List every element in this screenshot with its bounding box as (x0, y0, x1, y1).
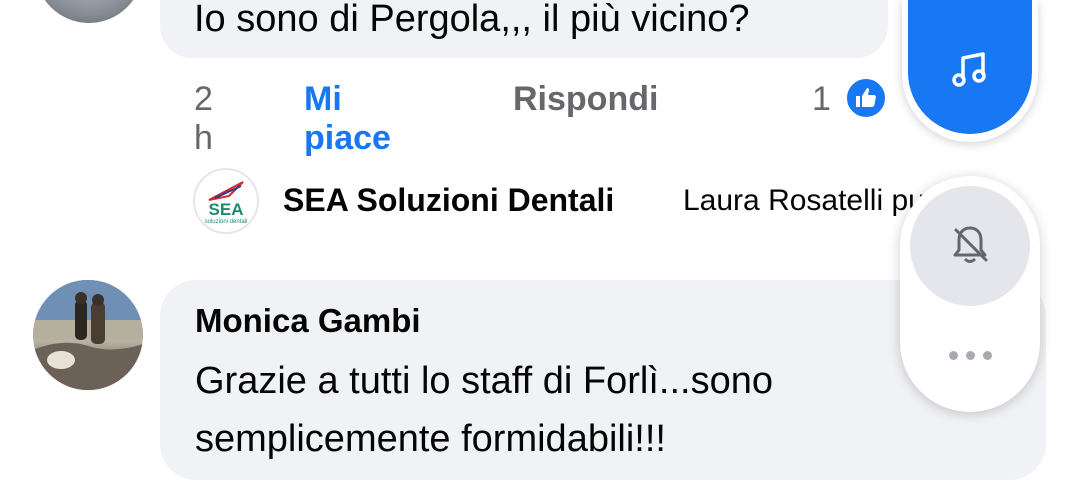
comment-author[interactable]: Monica Gambi (195, 302, 421, 340)
sea-logo-text: SEA (208, 200, 244, 219)
music-button[interactable] (908, 0, 1032, 134)
reply-button[interactable]: Rispondi (513, 80, 658, 119)
bell-off-icon (946, 220, 994, 273)
reply-author[interactable]: SEA Soluzioni Dentali (283, 182, 614, 219)
mute-notifications-button[interactable] (910, 186, 1030, 306)
more-options-button[interactable] (930, 330, 1010, 380)
like-button[interactable]: Mi piace (304, 80, 391, 158)
comment-time[interactable]: 2 h (194, 80, 213, 158)
more-dots-icon (945, 350, 996, 360)
music-note-icon (948, 48, 992, 97)
thumbs-up-icon[interactable] (844, 76, 888, 120)
comment-text-line: semplicemente formidabili!!! (195, 418, 666, 460)
comment-text-line: Grazie a tutti lo staff di Forlì...sono (195, 360, 773, 402)
reply-preview-text: Laura Rosatelli può (683, 184, 923, 217)
sea-logo-subtext: soluzioni dentali (204, 219, 248, 225)
reply-preview[interactable]: SEA soluzioni dentali SEA Soluzioni Dent… (193, 168, 923, 234)
comment-bubble: Io sono di Pergola,,, il più vicino? (160, 0, 888, 58)
reaction-count[interactable]: 1 (812, 80, 831, 119)
monica-avatar[interactable] (33, 280, 143, 390)
comment-text: Io sono di Pergola,,, il più vicino? (194, 0, 750, 40)
commenter-avatar[interactable] (35, 0, 143, 23)
sea-logo[interactable]: SEA soluzioni dentali (193, 168, 259, 234)
